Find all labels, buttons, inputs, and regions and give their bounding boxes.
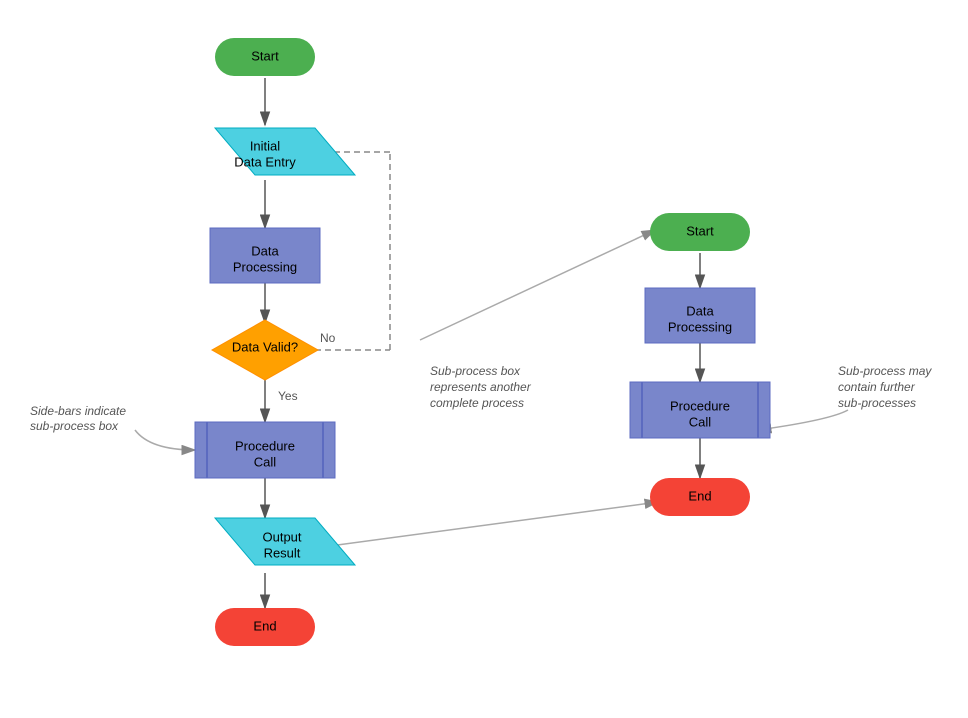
data-proc1-label2: Processing <box>233 259 297 274</box>
proc-call2-label2: Call <box>689 414 712 429</box>
ann1-line1: Side-bars indicate <box>30 404 126 418</box>
data-proc2-label: Data <box>686 303 714 318</box>
data-entry-label2: Data Entry <box>234 154 296 169</box>
flowchart-diagram: Start Initial Data Entry Data Processing… <box>0 0 968 718</box>
ann2-line2: represents another <box>430 380 532 394</box>
data-proc1-label: Data <box>251 243 279 258</box>
output-label2: Result <box>264 545 301 560</box>
ann3-line3: sub-processes <box>838 396 916 410</box>
output-label: Output <box>262 529 301 544</box>
arrow-cross-to-start2 <box>420 230 655 340</box>
start1-label: Start <box>251 48 279 63</box>
arrow-ann3-to-proc2 <box>758 410 848 430</box>
ann3-line1: Sub-process may <box>838 364 932 378</box>
data-valid-label: Data Valid? <box>232 339 298 354</box>
no-label: No <box>320 331 336 345</box>
end2-label: End <box>688 488 711 503</box>
arrow-ann1-to-proc <box>135 430 195 450</box>
ann2-line3: complete process <box>430 396 524 410</box>
end1-label: End <box>253 618 276 633</box>
proc-call1-label2: Call <box>254 454 277 469</box>
arrow-output-to-end2 <box>315 502 658 548</box>
data-proc2-label2: Processing <box>668 319 732 334</box>
ann2-line1: Sub-process box <box>430 364 521 378</box>
yes-label: Yes <box>278 389 298 403</box>
proc-call2-label: Procedure <box>670 398 730 413</box>
ann3-line2: contain further <box>838 380 916 394</box>
start2-label: Start <box>686 223 714 238</box>
ann1-line2: sub-process box <box>30 419 119 433</box>
proc-call1-label: Procedure <box>235 438 295 453</box>
data-entry-label: Initial <box>250 138 280 153</box>
